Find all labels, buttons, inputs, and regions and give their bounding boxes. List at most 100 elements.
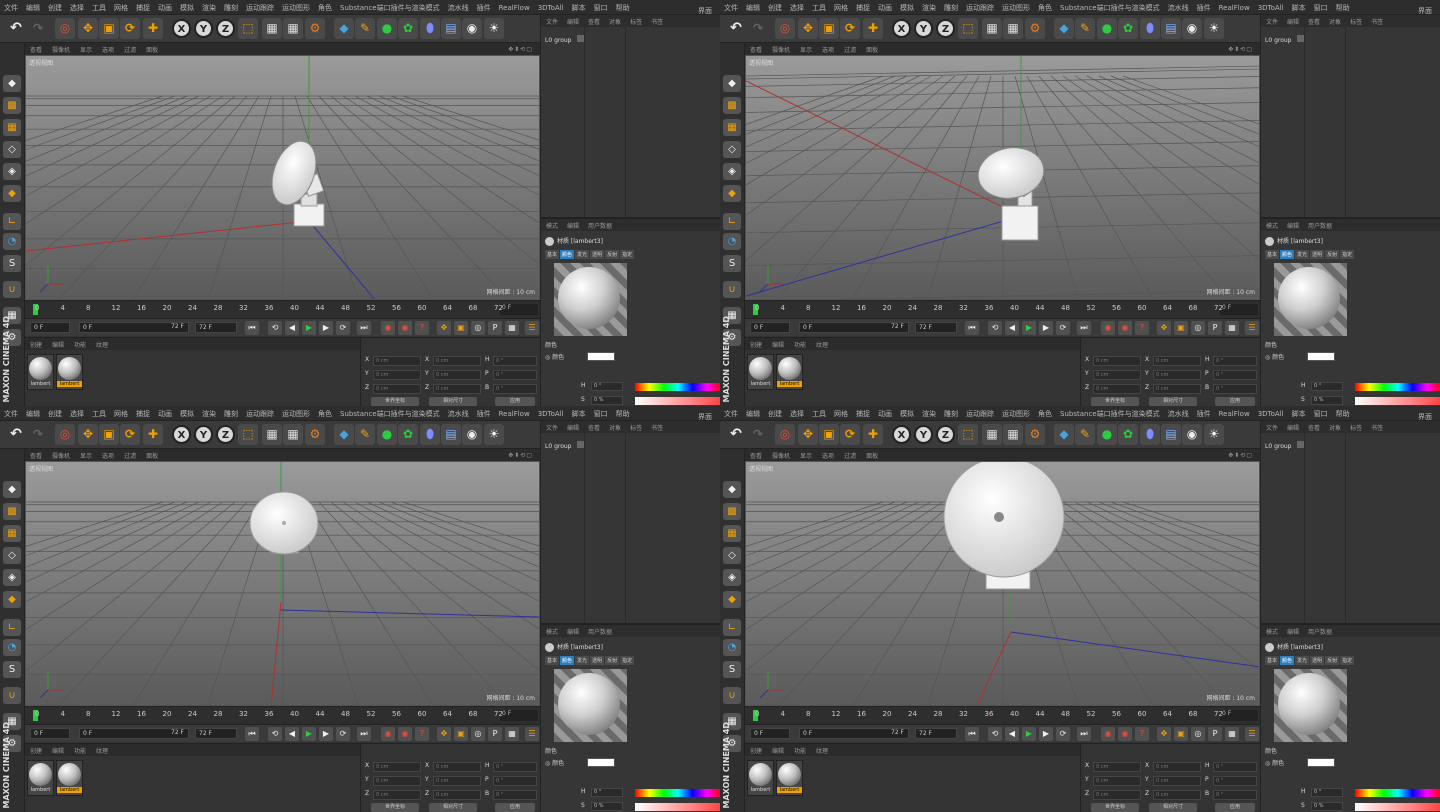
layer-icon[interactable]: [1297, 35, 1305, 42]
viewport-menu-item-2[interactable]: 显示: [795, 43, 817, 54]
transform-icon[interactable]: ✚: [143, 424, 163, 445]
rot-b-field[interactable]: 0 °: [493, 384, 537, 394]
material-tab-4[interactable]: 反射: [605, 250, 620, 259]
next-key-icon[interactable]: ⟳: [1056, 321, 1070, 335]
material-tab-3[interactable]: 透明: [1310, 656, 1325, 665]
pos-y-field[interactable]: 0 cm: [1093, 776, 1141, 786]
redo-icon[interactable]: ↷: [748, 424, 768, 445]
saturation-field[interactable]: 0 %: [1311, 802, 1343, 811]
relative-size-dropdown[interactable]: 相对尺寸: [429, 803, 477, 812]
menu-item-20[interactable]: 窗口: [1310, 0, 1332, 13]
attribute-menu-item-1[interactable]: 编辑: [562, 219, 583, 230]
material-tab-1[interactable]: 颜色: [560, 656, 575, 665]
play-icon[interactable]: ▶: [302, 727, 316, 741]
rot-b-field[interactable]: 0 °: [1213, 790, 1257, 800]
size-y-field[interactable]: 0 cm: [1153, 370, 1201, 380]
object-group-row[interactable]: L0 group: [1265, 35, 1305, 44]
perspective-viewport[interactable]: 透视视图 网格间距 : 10 cm: [745, 461, 1260, 706]
menu-item-8[interactable]: 模拟: [896, 406, 918, 419]
rot-h-field[interactable]: 0 °: [1213, 356, 1257, 366]
saturation-slider[interactable]: [635, 803, 720, 811]
material-menu-item-3[interactable]: 纹理: [91, 338, 113, 349]
key-parameter-icon[interactable]: P: [488, 727, 502, 741]
rotate-icon[interactable]: ⟳: [120, 18, 140, 39]
menu-item-1[interactable]: 编辑: [742, 406, 764, 419]
menu-item-0[interactable]: 文件: [0, 0, 22, 13]
rot-p-field[interactable]: 0 °: [493, 370, 537, 380]
menu-item-19[interactable]: 脚本: [1288, 406, 1310, 419]
key-parameter-icon[interactable]: P: [1208, 321, 1222, 335]
deformer-icon[interactable]: ⬮: [1140, 18, 1160, 39]
viewport-menu-item-1[interactable]: 摄像机: [47, 449, 75, 460]
render-picture-viewer-icon[interactable]: ▦: [1003, 424, 1023, 445]
render-picture-viewer-icon[interactable]: ▦: [283, 18, 303, 39]
hue-spectrum[interactable]: [1355, 383, 1440, 391]
menu-item-15[interactable]: 流水线: [444, 406, 473, 419]
menu-item-21[interactable]: 帮助: [1332, 0, 1354, 13]
transform-icon[interactable]: ✚: [143, 18, 163, 39]
relative-size-dropdown[interactable]: 相对尺寸: [1149, 803, 1197, 812]
end-frame-field[interactable]: 72 F: [195, 322, 237, 333]
pos-z-field[interactable]: 0 cm: [373, 384, 421, 394]
world-coords-dropdown[interactable]: 世界坐标: [371, 803, 419, 812]
object-menu-item-4[interactable]: 标签: [1345, 421, 1366, 432]
viewport-nav-icons[interactable]: ✥⬍⟲▢: [503, 44, 538, 53]
menu-item-20[interactable]: 窗口: [590, 0, 612, 13]
start-frame-field[interactable]: 0 F: [750, 322, 790, 333]
menu-item-19[interactable]: 脚本: [568, 0, 590, 13]
move-icon[interactable]: ✥: [78, 424, 98, 445]
keyframe-selection-icon[interactable]: ?: [1135, 321, 1149, 335]
menu-item-10[interactable]: 雕刻: [940, 406, 962, 419]
menu-item-16[interactable]: 插件: [1193, 0, 1215, 13]
object-menu-item-2[interactable]: 查看: [1303, 421, 1324, 432]
material-menu-item-0[interactable]: 创建: [745, 744, 767, 755]
rotate-icon[interactable]: ⟳: [840, 424, 860, 445]
object-menu-item-2[interactable]: 查看: [583, 421, 604, 432]
magnet-icon[interactable]: ∪: [723, 687, 741, 704]
apply-button[interactable]: 应用: [495, 803, 535, 812]
material-tab-2[interactable]: 发光: [575, 250, 590, 259]
layout-label[interactable]: 界面: [694, 409, 716, 420]
keyframe-selection-icon[interactable]: ?: [415, 321, 429, 335]
material-tab-5[interactable]: 指定: [1340, 250, 1355, 259]
viewport-menu-item-0[interactable]: 查看: [745, 43, 767, 54]
scale-icon[interactable]: ▣: [99, 424, 119, 445]
attribute-menu-item-2[interactable]: 用户数据: [583, 625, 616, 636]
material-tab-1[interactable]: 颜色: [1280, 250, 1295, 259]
prev-key-icon[interactable]: ⟲: [268, 321, 282, 335]
attribute-menu-item-2[interactable]: 用户数据: [583, 219, 616, 230]
prev-key-icon[interactable]: ⟲: [988, 321, 1002, 335]
menu-item-1[interactable]: 编辑: [22, 0, 44, 13]
z-axis-button[interactable]: Z: [216, 19, 235, 38]
render-view-icon[interactable]: ▦: [262, 424, 282, 445]
color-swatch[interactable]: [587, 758, 615, 767]
menu-item-2[interactable]: 创建: [44, 0, 66, 13]
pen-icon[interactable]: ✎: [355, 424, 375, 445]
menu-item-2[interactable]: 创建: [44, 406, 66, 419]
menu-item-17[interactable]: RealFlow: [495, 1, 534, 12]
viewport-menu-item-3[interactable]: 选项: [817, 449, 839, 460]
viewport-menu-item-4[interactable]: 过滤: [119, 449, 141, 460]
coordinate-system-icon[interactable]: ⬚: [238, 424, 258, 445]
keyframe-selection-icon[interactable]: ?: [1135, 727, 1149, 741]
material-swatch-selected[interactable]: lambert: [56, 354, 83, 390]
menu-item-2[interactable]: 创建: [764, 406, 786, 419]
menu-item-11[interactable]: 运动跟踪: [962, 0, 998, 13]
x-axis-button[interactable]: X: [172, 425, 191, 444]
undo-icon[interactable]: ↶: [726, 18, 746, 39]
menu-item-20[interactable]: 窗口: [590, 406, 612, 419]
menu-item-4[interactable]: 工具: [88, 0, 110, 13]
y-axis-button[interactable]: Y: [914, 19, 933, 38]
object-menu-item-1[interactable]: 编辑: [562, 421, 583, 432]
points-mode-icon[interactable]: ◇: [3, 141, 21, 158]
key-scale-icon[interactable]: ▣: [454, 321, 468, 335]
key-position-icon[interactable]: ✥: [437, 727, 451, 741]
timeline-menu-icon[interactable]: ☰: [1245, 727, 1259, 741]
pen-icon[interactable]: ✎: [1075, 424, 1095, 445]
menu-item-21[interactable]: 帮助: [612, 406, 634, 419]
edges-mode-icon[interactable]: ◈: [723, 163, 741, 180]
color-swatch[interactable]: [1307, 758, 1335, 767]
menu-item-7[interactable]: 动画: [874, 406, 896, 419]
magnet-icon[interactable]: ∪: [3, 687, 21, 704]
snap-icon[interactable]: S: [723, 661, 741, 678]
